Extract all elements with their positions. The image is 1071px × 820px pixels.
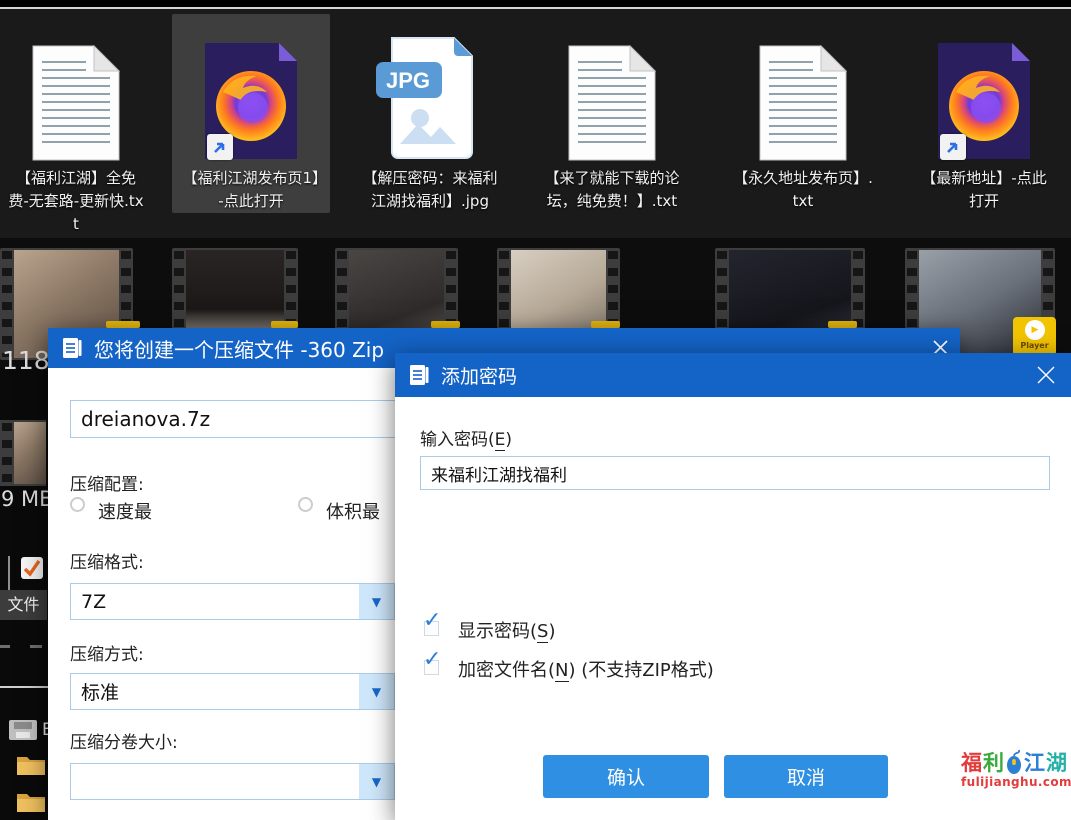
confirm-button[interactable]: 确认 [543,755,709,798]
show-password-label: 显示密码(S) [458,617,556,643]
firefox-html-file-icon [934,26,1034,162]
desktop-icon-password-jpg[interactable]: JPG 【解压密码：来福利江湖找福利】.jpg [346,14,514,213]
top-window-border [0,7,1071,9]
chevron-down-icon[interactable] [359,764,394,799]
label-text: 输入密码( [420,430,495,450]
split-size-select[interactable] [70,763,395,800]
brand-char: 湖 [1046,752,1067,775]
encrypt-filenames-label: 加密文件名(N) (不支持ZIP格式) [458,656,714,682]
watermark-url: fulijianghu.com [961,776,1067,789]
check-icon [423,610,441,632]
label-accesskey: N [555,660,568,682]
shortcut-arrow-icon [940,134,966,160]
format-select[interactable]: 7Z [70,583,395,620]
desktop-icon-label: 【解压密码：来福利江湖找福利】.jpg [360,167,500,213]
player-badge-partial [828,321,857,328]
text-file-icon [30,26,122,162]
brand-char: 利 [983,752,1004,775]
compression-config-label: 压缩配置: [70,470,144,495]
toolbar-divider [8,556,10,592]
desktop-icon-fulijianghu-txt[interactable]: 【福利江湖】全免费-无套路-更新快.txt [0,14,152,236]
jpg-file-icon: JPG [374,26,486,162]
desktop-icon-label: 【最新地址】-点此打开 [914,167,1054,213]
archive-filename-value: dreianova.7z [81,407,210,431]
check-icon [423,649,441,671]
filmstrip-holes [2,423,12,483]
desktop-icon-firefox-latest[interactable]: 【最新地址】-点此打开 [898,14,1070,213]
checked-task-icon [20,556,44,584]
radio-fastest-speed-label: 速度最 [98,498,152,524]
player-badge-partial [591,321,620,328]
shortcut-arrow-icon [207,134,233,160]
play-icon [1025,320,1045,340]
folder-icon[interactable] [16,790,46,818]
method-label: 压缩方式: [70,640,144,665]
format-value: 7Z [71,584,359,619]
brand-char: 江 [1024,752,1045,775]
password-value: 来福利江湖找福利 [431,461,567,486]
desktop-icon-label: 【来了就能下载的论坛，纯免费！】.txt [542,167,682,213]
video-preview [14,422,46,484]
desktop-icon-forum-txt[interactable]: 【来了就能下载的论坛，纯免费！】.txt [530,14,694,213]
method-select[interactable]: 标准 [70,673,395,710]
desktop-icon-label: 【福利江湖发布页1】-点此打开 [181,167,321,213]
split-size-label: 压缩分卷大小: [70,728,178,753]
add-password-titlebar[interactable]: 添加密码 [395,353,1071,397]
file-menu-tab[interactable]: 文件 [0,590,47,620]
player-badge-partial [431,321,460,328]
label-accesskey: S [537,621,548,643]
mouse-icon [1006,749,1022,775]
label-text: 显示密码( [458,621,537,642]
360zip-dialog-icon [407,363,431,387]
label-text: ) (不支持ZIP格式) [569,660,714,681]
label-text: ) [505,430,512,450]
360zip-dialog-icon [60,336,84,360]
password-field-label: 输入密码(E) [420,425,512,450]
dialog-title: 添加密码 [441,362,1059,389]
label-accesskey: E [495,430,506,451]
chevron-down-icon[interactable] [359,674,394,709]
player-badge-partial [271,321,298,328]
radio-fastest-speed[interactable] [70,497,85,512]
desktop-icon-label: 【福利江湖】全免费-无套路-更新快.txt [6,167,146,236]
drive-icon[interactable] [8,718,38,746]
player-overlay-badge[interactable]: Player [1013,317,1056,356]
chevron-down-icon[interactable] [359,584,394,619]
player-badge-label: Player [1020,341,1048,350]
fulijianghu-watermark: 福 利 江 湖 fulijianghu.com [961,749,1067,789]
divider-dash [0,645,10,648]
watermark-brand: 福 利 江 湖 [961,749,1067,775]
format-label: 压缩格式: [70,548,144,573]
firefox-html-file-icon [201,26,301,162]
top-window-edge [0,0,1071,7]
svg-text:JPG: JPG [386,68,430,93]
divider-dash [30,645,42,648]
text-file-icon [566,26,658,162]
text-file-icon [757,26,849,162]
folder-icon[interactable] [16,753,46,781]
radio-smallest-size[interactable] [298,497,313,512]
radio-smallest-size-label: 体积最 [326,498,380,524]
method-value: 标准 [71,674,359,709]
panel-divider [0,686,48,688]
video-thumbnail-partial[interactable] [0,420,46,486]
label-text: ) [548,621,555,642]
file-size-text: 9 MB [1,487,54,511]
player-badge-partial [106,321,140,328]
desktop-icon-permanent-address-txt[interactable]: 【永久地址发布页】.txt [710,14,896,213]
filmstrip-holes [2,251,12,357]
password-input[interactable]: 来福利江湖找福利 [420,456,1050,490]
close-icon[interactable] [1037,366,1055,388]
label-text: 加密文件名( [458,660,555,681]
desktop-icon-firefox-page1[interactable]: 【福利江湖发布页1】-点此打开 [172,14,330,213]
cancel-button[interactable]: 取消 [724,755,888,798]
add-password-dialog: 添加密码 输入密码(E) 来福利江湖找福利 显示密码(S) 加密文件名(N) (… [395,353,1071,820]
split-size-value [71,764,359,799]
desktop-icon-label: 【永久地址发布页】.txt [733,167,873,213]
brand-char: 福 [961,752,982,775]
